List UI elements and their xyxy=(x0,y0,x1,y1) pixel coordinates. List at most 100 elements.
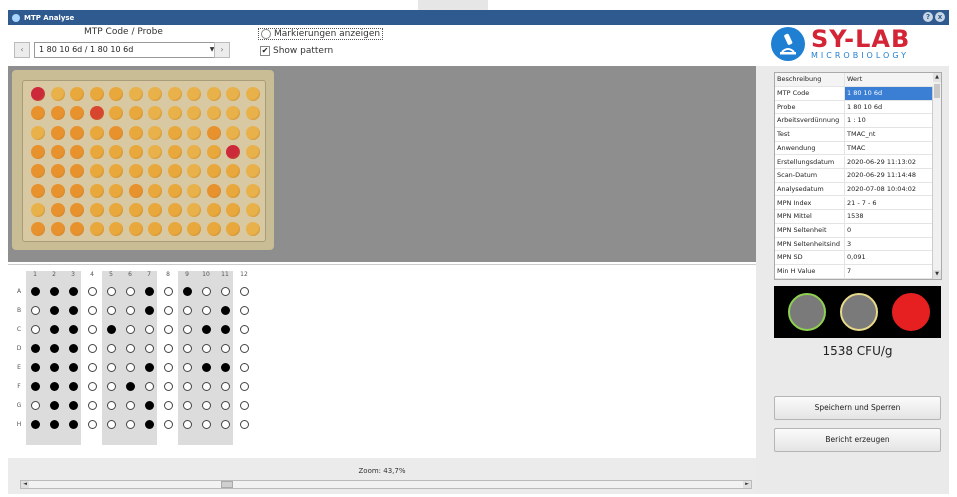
positive-well-dot xyxy=(50,287,59,296)
scroll-left-icon[interactable]: ◄ xyxy=(21,481,29,488)
plate-well xyxy=(206,222,221,237)
save-lock-button[interactable]: Speichern und Sperren xyxy=(774,396,941,420)
table-row[interactable]: MPN Seltenheit 0 xyxy=(775,224,933,238)
column-group-bar xyxy=(178,271,233,445)
plate-well xyxy=(50,144,65,159)
plate-well xyxy=(128,125,143,140)
header-beschreibung[interactable]: Beschreibung xyxy=(775,73,845,86)
table-row[interactable]: MPN SD 0,091 xyxy=(775,251,933,265)
positive-well-dot xyxy=(69,344,78,353)
checkbox-box[interactable] xyxy=(261,29,271,39)
negative-well-dot xyxy=(221,401,230,410)
negative-well-dot xyxy=(126,344,135,353)
scroll-down-icon[interactable]: ▼ xyxy=(933,270,941,279)
negative-well-dot xyxy=(240,325,249,334)
negative-well-dot xyxy=(183,344,192,353)
result-value: 1538 CFU/g xyxy=(822,344,893,358)
plate-well xyxy=(109,222,123,237)
scroll-thumb-horizontal[interactable] xyxy=(221,481,233,488)
plate-well xyxy=(206,106,221,121)
negative-well-dot xyxy=(240,420,249,429)
mtp-code-combo[interactable]: 1 80 10 6d / 1 80 10 6d ▼ xyxy=(34,42,220,58)
plate-well xyxy=(245,183,260,198)
positive-well-dot xyxy=(145,420,154,429)
negative-well-dot xyxy=(145,344,154,353)
row-label-cell: MTP Code xyxy=(775,87,845,100)
plate-well xyxy=(148,202,162,217)
plate-well xyxy=(89,125,104,140)
positive-well-dot xyxy=(50,306,59,315)
plate-well xyxy=(226,106,240,121)
negative-well-dot xyxy=(183,420,192,429)
table-row[interactable]: Arbeitsverdünnung 1 : 10 xyxy=(775,114,933,128)
help-button[interactable]: ? xyxy=(923,12,933,22)
plate-well xyxy=(50,202,65,217)
table-row[interactable]: MPN Index 21 - 7 - 6 xyxy=(775,196,933,211)
negative-well-dot xyxy=(126,287,135,296)
row-label-cell: Analysedatum xyxy=(775,182,845,196)
table-row[interactable]: Scan-Datum 2020-06-29 11:14:48 xyxy=(775,169,933,183)
table-row[interactable]: Test TMAC_nt xyxy=(775,128,933,142)
background-tab xyxy=(418,0,488,10)
row-label-cell: Probe xyxy=(775,100,845,114)
negative-well-dot xyxy=(164,382,173,391)
plate-well xyxy=(70,87,84,101)
table-row[interactable]: Erstellungsdatum 2020-06-29 11:13:02 xyxy=(775,155,933,169)
table-row[interactable]: MTP Code 1 80 10 6d xyxy=(775,87,933,101)
plate-well xyxy=(109,125,123,140)
table-row[interactable]: Anwendung TMAC xyxy=(775,141,933,156)
plate-well xyxy=(167,164,182,179)
header-wert[interactable]: Wert xyxy=(845,73,933,86)
next-button[interactable]: › xyxy=(214,42,230,58)
negative-well-dot xyxy=(88,382,97,391)
footer: Zoom: 43,7% ◄ ► xyxy=(8,458,756,494)
check-icon[interactable]: ✔ xyxy=(260,46,270,56)
plate-well xyxy=(89,202,104,217)
plate-well xyxy=(245,222,260,237)
negative-well-dot xyxy=(202,344,211,353)
scroll-thumb[interactable] xyxy=(934,84,940,98)
table-row[interactable]: MPN Seltenheitsind 3 xyxy=(775,237,933,252)
status-indicator-light xyxy=(788,293,826,331)
positive-well-dot xyxy=(69,401,78,410)
positive-well-dot xyxy=(145,287,154,296)
details-table[interactable]: MTP Code 1 80 10 6d Probe 1 80 10 6d Arbeits… xyxy=(774,72,942,280)
prev-button[interactable]: ‹ xyxy=(14,42,30,58)
row-value-cell: 21 - 7 - 6 xyxy=(847,198,877,207)
plate-well xyxy=(148,87,162,101)
window-controls: ? x xyxy=(923,12,945,22)
plate-well xyxy=(31,125,45,140)
row-label-cell: MPN Seltenheit xyxy=(775,224,845,237)
plate-well xyxy=(70,144,84,159)
positive-well-dot xyxy=(221,363,230,372)
negative-well-dot xyxy=(31,401,40,410)
plate-image-view[interactable] xyxy=(8,66,756,262)
plate-well xyxy=(31,164,45,179)
plate-well xyxy=(148,125,162,140)
negative-well-dot xyxy=(107,306,116,315)
row-label-cell: Arbeitsverdünnung xyxy=(775,114,845,127)
positive-well-dot xyxy=(202,363,211,372)
horizontal-scrollbar[interactable]: ◄ ► xyxy=(20,480,752,489)
plate-well xyxy=(89,183,104,198)
positive-well-dot xyxy=(50,363,59,372)
pattern-view: 1 2 3 4 5 6 7 8 9 10 11 12 A B C D E F G H xyxy=(8,264,756,456)
plate-well xyxy=(206,87,221,101)
plate-well xyxy=(206,183,221,198)
scroll-up-icon[interactable]: ▲ xyxy=(933,73,941,82)
column-label: 1 xyxy=(33,271,37,278)
negative-well-dot xyxy=(107,344,116,353)
markierungen-checkbox[interactable]: Markierungen anzeigen xyxy=(258,28,384,40)
negative-well-dot xyxy=(240,382,249,391)
table-row[interactable]: Analysedatum 2020-07-08 10:04:02 xyxy=(775,182,933,197)
close-button[interactable]: x xyxy=(935,12,945,22)
plate-well xyxy=(128,183,143,198)
show-pattern-checkbox[interactable]: ✔ Show pattern xyxy=(260,46,333,56)
table-row[interactable]: MPN Mittel 1538 xyxy=(775,210,933,224)
plate-well xyxy=(187,164,201,179)
scroll-right-icon[interactable]: ► xyxy=(743,481,751,488)
table-row[interactable]: Probe 1 80 10 6d xyxy=(775,100,933,115)
create-report-button[interactable]: Bericht erzeugen xyxy=(774,428,941,452)
table-scrollbar[interactable]: ▲ ▼ xyxy=(932,73,941,279)
table-row[interactable]: Min H Value 7 xyxy=(775,265,933,279)
